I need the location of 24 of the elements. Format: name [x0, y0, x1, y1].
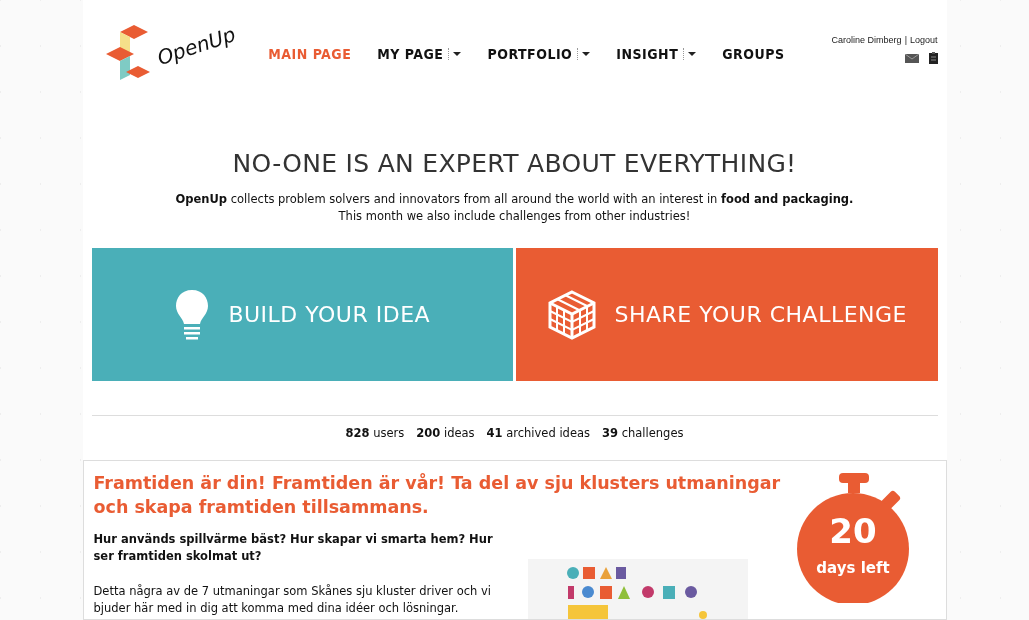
stat-text: 828 users [345, 426, 405, 440]
nav-link[interactable]: GROUPS [722, 46, 785, 62]
light-bulb-icon [174, 287, 211, 342]
stat-text: 200 ideas [416, 426, 475, 440]
user-name[interactable]: Caroline Dimberg [831, 35, 902, 45]
stat-text: 41 archived ideas [486, 426, 590, 440]
intro-text: This month we also include challenges from other industries! [337, 208, 692, 225]
logout-link[interactable]: Logout [909, 35, 938, 45]
logo-icon [105, 24, 150, 80]
days-label: days left [815, 559, 891, 577]
nav-link[interactable]: MY PAGE [377, 46, 462, 62]
cube-icon [546, 289, 597, 340]
feature-text: Detta några av de 7 utmaningar som Skånes sju kluster driver och vi bjuder här med in dig att komma med dina idéer och lösningar. [93, 583, 492, 617]
feature-question: Hur används spillvärme bäst? Hur skapar vi smarta hem? Hur ser framtiden skolmat ut? [93, 531, 494, 565]
headline: NO-ONE IS AN EXPERT ABOUT EVERYTHING! [232, 149, 797, 178]
logo-text[interactable]: OpenUp [153, 22, 238, 70]
intro-text: OpenUp collects problem solvers and innovators from all around the world with an interest in food and packaging. [175, 191, 854, 208]
nav-link[interactable]: PORTFOLIO [487, 46, 591, 62]
nav-link[interactable]: INSIGHT [616, 46, 697, 62]
clipboard-icon[interactable] [928, 52, 938, 64]
mail-icon[interactable] [904, 53, 919, 63]
separator-text: | [904, 35, 907, 45]
stat-text: 39 challenges [602, 426, 684, 440]
days-count: 20 [828, 511, 878, 551]
